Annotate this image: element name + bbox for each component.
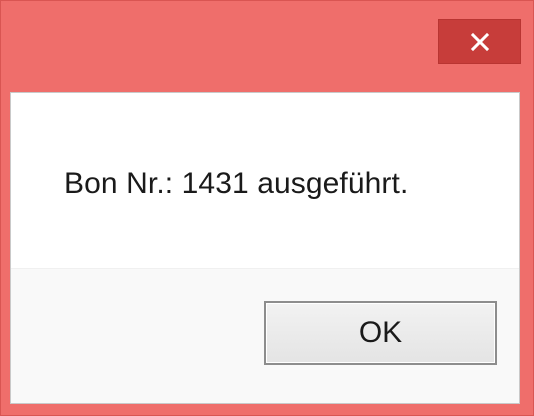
close-button[interactable] bbox=[438, 19, 521, 64]
title-bar[interactable] bbox=[1, 1, 533, 91]
close-icon bbox=[470, 32, 489, 51]
message-area: Bon Nr.: 1431 ausgeführt. bbox=[11, 93, 519, 268]
button-bar: OK bbox=[11, 268, 519, 403]
dialog-content: Bon Nr.: 1431 ausgeführt. OK bbox=[10, 92, 520, 404]
message-text: Bon Nr.: 1431 ausgeführt. bbox=[64, 167, 409, 200]
ok-button[interactable]: OK bbox=[264, 301, 497, 365]
message-dialog: Bon Nr.: 1431 ausgeführt. OK bbox=[0, 0, 534, 416]
